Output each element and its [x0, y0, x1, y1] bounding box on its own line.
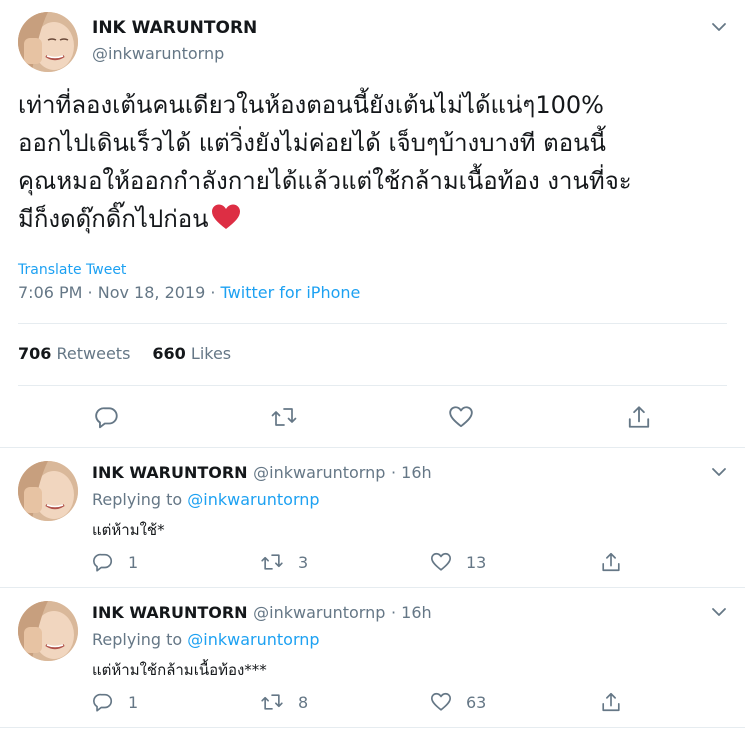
reply-icon [93, 693, 113, 712]
like-icon [431, 552, 451, 571]
translate-tweet-link[interactable]: Translate Tweet [18, 262, 126, 278]
avatar[interactable] [18, 601, 78, 661]
divider [0, 587, 745, 588]
reply-icon [93, 553, 113, 572]
red-heart-icon [211, 203, 241, 231]
author-name[interactable]: INK WARUNTORN [92, 603, 248, 622]
reply-text: แต่ห้ามใช้* [92, 521, 165, 539]
share-icon [628, 406, 650, 428]
replying-label: Replying to [92, 490, 183, 509]
like-icon [431, 692, 451, 711]
engagement-stats: 706 Retweets 660 Likes [18, 344, 231, 363]
replying-to-link[interactable]: @inkwaruntornp [187, 490, 319, 509]
retweet-button[interactable]: 3 [260, 551, 308, 573]
tweet-text-body: เท่าที่ลองเต้นคนเดียวในห้องตอนนี้ยังเต้น… [18, 91, 632, 233]
timestamp[interactable]: 7:06 PM · Nov 18, 2019 · [18, 283, 221, 302]
replying-to: Replying to @inkwaruntornp [92, 490, 320, 509]
author-name[interactable]: INK WARUNTORN [92, 463, 248, 482]
share-button[interactable] [626, 404, 652, 430]
reply-icon [95, 407, 118, 429]
likes-label[interactable]: Likes [191, 344, 231, 363]
like-icon [449, 406, 473, 428]
reply-count: 1 [128, 552, 139, 572]
like-count: 13 [466, 552, 487, 572]
chevron-down-icon[interactable] [710, 463, 728, 481]
source-link[interactable]: Twitter for iPhone [221, 283, 361, 302]
reply-time[interactable]: · 16h [391, 603, 432, 622]
reply-time[interactable]: · 16h [391, 463, 432, 482]
share-button[interactable] [600, 551, 622, 573]
reply-button[interactable]: 1 [92, 691, 138, 713]
avatar[interactable] [18, 12, 78, 72]
retweet-count: 3 [298, 552, 309, 572]
author-handle[interactable]: @inkwaruntornp [253, 463, 385, 482]
replying-to: Replying to @inkwaruntornp [92, 630, 320, 649]
retweet-icon [261, 554, 283, 570]
reply-button[interactable]: 1 [92, 551, 138, 573]
divider [0, 727, 745, 728]
retweet-icon [261, 694, 283, 710]
author-handle[interactable]: @inkwaruntornp [253, 603, 385, 622]
tweet-timestamp: 7:06 PM · Nov 18, 2019 · Twitter for iPh… [18, 283, 360, 302]
replying-label: Replying to [92, 630, 183, 649]
like-button[interactable] [448, 404, 474, 430]
reply-author: INK WARUNTORN @inkwaruntornp · 16h [92, 603, 432, 622]
divider [18, 323, 727, 324]
retweet-icon [271, 408, 297, 426]
retweets-count[interactable]: 706 [18, 344, 51, 363]
chevron-down-icon[interactable] [710, 603, 728, 621]
retweet-button[interactable]: 8 [260, 691, 308, 713]
share-button[interactable] [600, 691, 622, 713]
reply-count: 1 [128, 692, 139, 712]
reply-button[interactable] [94, 404, 120, 430]
author-name[interactable]: INK WARUNTORN [92, 18, 257, 38]
like-count: 63 [466, 692, 487, 712]
replying-to-link[interactable]: @inkwaruntornp [187, 630, 319, 649]
retweet-button[interactable] [270, 404, 298, 430]
author-handle[interactable]: @inkwaruntornp [92, 44, 224, 63]
divider [0, 447, 745, 448]
reply-author: INK WARUNTORN @inkwaruntornp · 16h [92, 463, 432, 482]
like-button[interactable]: 13 [430, 551, 486, 573]
retweets-label[interactable]: Retweets [57, 344, 131, 363]
reply-text: แต่ห้ามใช้กล้ามเนื้อท้อง*** [92, 661, 267, 679]
retweet-count: 8 [298, 692, 309, 712]
tweet-text: เท่าที่ลองเต้นคนเดียวในห้องตอนนี้ยังเต้น… [18, 86, 730, 238]
chevron-down-icon[interactable] [710, 18, 728, 36]
divider [18, 385, 727, 386]
likes-count[interactable]: 660 [152, 344, 185, 363]
like-button[interactable]: 63 [430, 691, 486, 713]
share-icon [602, 692, 620, 712]
avatar[interactable] [18, 461, 78, 521]
share-icon [602, 552, 620, 572]
